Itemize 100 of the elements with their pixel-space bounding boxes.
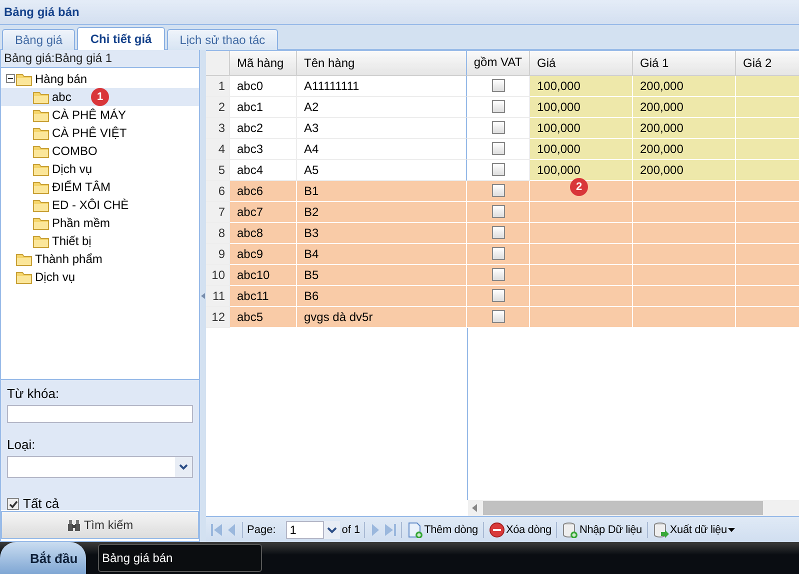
- table-cell: B6: [297, 286, 467, 307]
- table-cell: abc7: [230, 202, 297, 223]
- field-label: Từ khóa:: [7, 386, 60, 401]
- delete-icon: [488, 522, 505, 538]
- tree-item[interactable]: Phần mềm: [49, 216, 110, 230]
- row-number: 7: [206, 202, 230, 223]
- panel-header: Bảng giá:Bảng giá 1: [1, 50, 199, 68]
- tab[interactable]: Chi tiết giá: [77, 26, 165, 50]
- caret-icon: [175, 457, 192, 477]
- vat-checkbox[interactable]: [492, 79, 504, 92]
- row-number: 6: [206, 180, 230, 202]
- check-icon: [8, 498, 18, 508]
- caret-icon[interactable]: [324, 520, 340, 538]
- tree-item[interactable]: Dịch vụ: [49, 162, 92, 176]
- column-header[interactable]: gồm VAT: [467, 50, 530, 76]
- tree-item[interactable]: ĐIỂM TÂM: [49, 180, 110, 194]
- price-cell: 200,000: [633, 76, 736, 97]
- table-cell: abc2: [230, 118, 297, 139]
- table-cell: abc8: [230, 222, 297, 244]
- price-cell: [736, 180, 799, 202]
- type-dropdown[interactable]: [7, 456, 193, 478]
- table-cell: B3: [297, 222, 467, 244]
- start-button[interactable]: Bắt đầu: [0, 542, 86, 574]
- column-header[interactable]: Giá: [530, 50, 633, 76]
- vat-checkbox[interactable]: [492, 289, 504, 302]
- tree-item[interactable]: Hàng bán: [32, 72, 88, 86]
- number-badge: 1: [91, 88, 109, 106]
- price-cell: [736, 264, 799, 286]
- price-cell: [736, 118, 799, 139]
- table-cell: B2: [297, 202, 467, 223]
- table-cell: abc1: [230, 96, 297, 118]
- price-cell: [736, 202, 799, 223]
- vat-checkbox[interactable]: [492, 163, 504, 176]
- folder-icon: [33, 233, 49, 248]
- vat-checkbox[interactable]: [492, 205, 504, 218]
- toolbar-button[interactable]: Thêm dòng: [406, 522, 479, 538]
- table-cell: abc10: [230, 264, 297, 286]
- document-add-icon: [407, 522, 424, 538]
- vat-checkbox[interactable]: [492, 100, 504, 114]
- folder-icon: [33, 197, 49, 212]
- tab[interactable]: Bảng giá: [2, 28, 76, 50]
- tree-item[interactable]: Dịch vụ: [32, 270, 76, 284]
- column-header[interactable]: Giá 2: [736, 50, 799, 76]
- checkbox-label: Tất cả: [23, 496, 60, 511]
- price-cell: 200,000: [633, 160, 736, 181]
- binoculars-icon: [66, 518, 81, 532]
- vat-checkbox[interactable]: [492, 310, 504, 324]
- price-cell: 200,000: [633, 138, 736, 160]
- collapse-arrow-icon[interactable]: [201, 292, 205, 299]
- price-cell: [736, 76, 799, 97]
- folder-icon: [33, 125, 49, 140]
- table-cell: B5: [297, 264, 467, 286]
- tree-item[interactable]: CÀ PHÊ MÁY: [49, 108, 126, 122]
- column-header[interactable]: Giá 1: [633, 50, 736, 76]
- tree-item[interactable]: Thiết bị: [49, 234, 92, 248]
- toolbar-button[interactable]: Nhập Dữ liệu: [561, 522, 643, 538]
- folder-icon: [16, 251, 32, 266]
- tree-item[interactable]: COMBO: [49, 144, 98, 158]
- database-export-icon: [652, 522, 669, 538]
- table-cell: A4: [297, 138, 467, 160]
- vat-checkbox[interactable]: [492, 247, 504, 260]
- keyword-field[interactable]: [7, 405, 193, 423]
- folder-icon: [33, 143, 49, 158]
- row-number: 4: [206, 138, 230, 160]
- price-cell: 100,000: [530, 96, 633, 118]
- tab[interactable]: Lịch sử thao tác: [166, 28, 278, 50]
- vat-checkbox[interactable]: [492, 268, 504, 282]
- vat-checkbox[interactable]: [492, 184, 504, 198]
- folder-icon: [33, 179, 49, 194]
- folder-icon: [33, 161, 49, 176]
- price-cell: [736, 244, 799, 265]
- vat-checkbox[interactable]: [492, 226, 504, 240]
- tree-item[interactable]: Thành phẩm: [32, 252, 102, 266]
- tree-item[interactable]: abc: [49, 90, 72, 104]
- search-button[interactable]: Tìm kiếm: [1, 511, 199, 539]
- checkbox[interactable]: [7, 498, 19, 510]
- column-header[interactable]: Mã hàng: [230, 50, 297, 76]
- vat-checkbox[interactable]: [492, 142, 504, 156]
- row-number: 9: [206, 244, 230, 265]
- price-cell: 100,000: [530, 138, 633, 160]
- price-cell: [736, 96, 799, 118]
- table-cell: abc6: [230, 180, 297, 202]
- toolbar-button[interactable]: Xóa dòng: [488, 522, 552, 538]
- page-label: Page:: [247, 524, 276, 536]
- page-field[interactable]: 1: [286, 520, 324, 538]
- database-add-icon: [562, 522, 578, 538]
- column-header[interactable]: Tên hàng: [297, 50, 467, 76]
- tree-item[interactable]: CÀ PHÊ VIỆT: [49, 126, 127, 140]
- vat-checkbox[interactable]: [492, 121, 504, 134]
- scrollbar-thumb[interactable]: [483, 501, 763, 515]
- tree-item[interactable]: ED - XÔI CHÈ: [49, 198, 129, 212]
- toolbar-button[interactable]: Xuất dữ liệu: [652, 522, 736, 538]
- row-number: 3: [206, 118, 230, 139]
- price-cell: 200,000: [633, 118, 736, 139]
- table-cell: B4: [297, 244, 467, 265]
- table-cell: A2: [297, 96, 467, 118]
- taskbar-window-button[interactable]: Bảng giá bán: [98, 544, 262, 572]
- scroll-left-icon[interactable]: [472, 504, 477, 512]
- expander-icon[interactable]: [6, 74, 15, 84]
- price-cell: 200,000: [633, 96, 736, 118]
